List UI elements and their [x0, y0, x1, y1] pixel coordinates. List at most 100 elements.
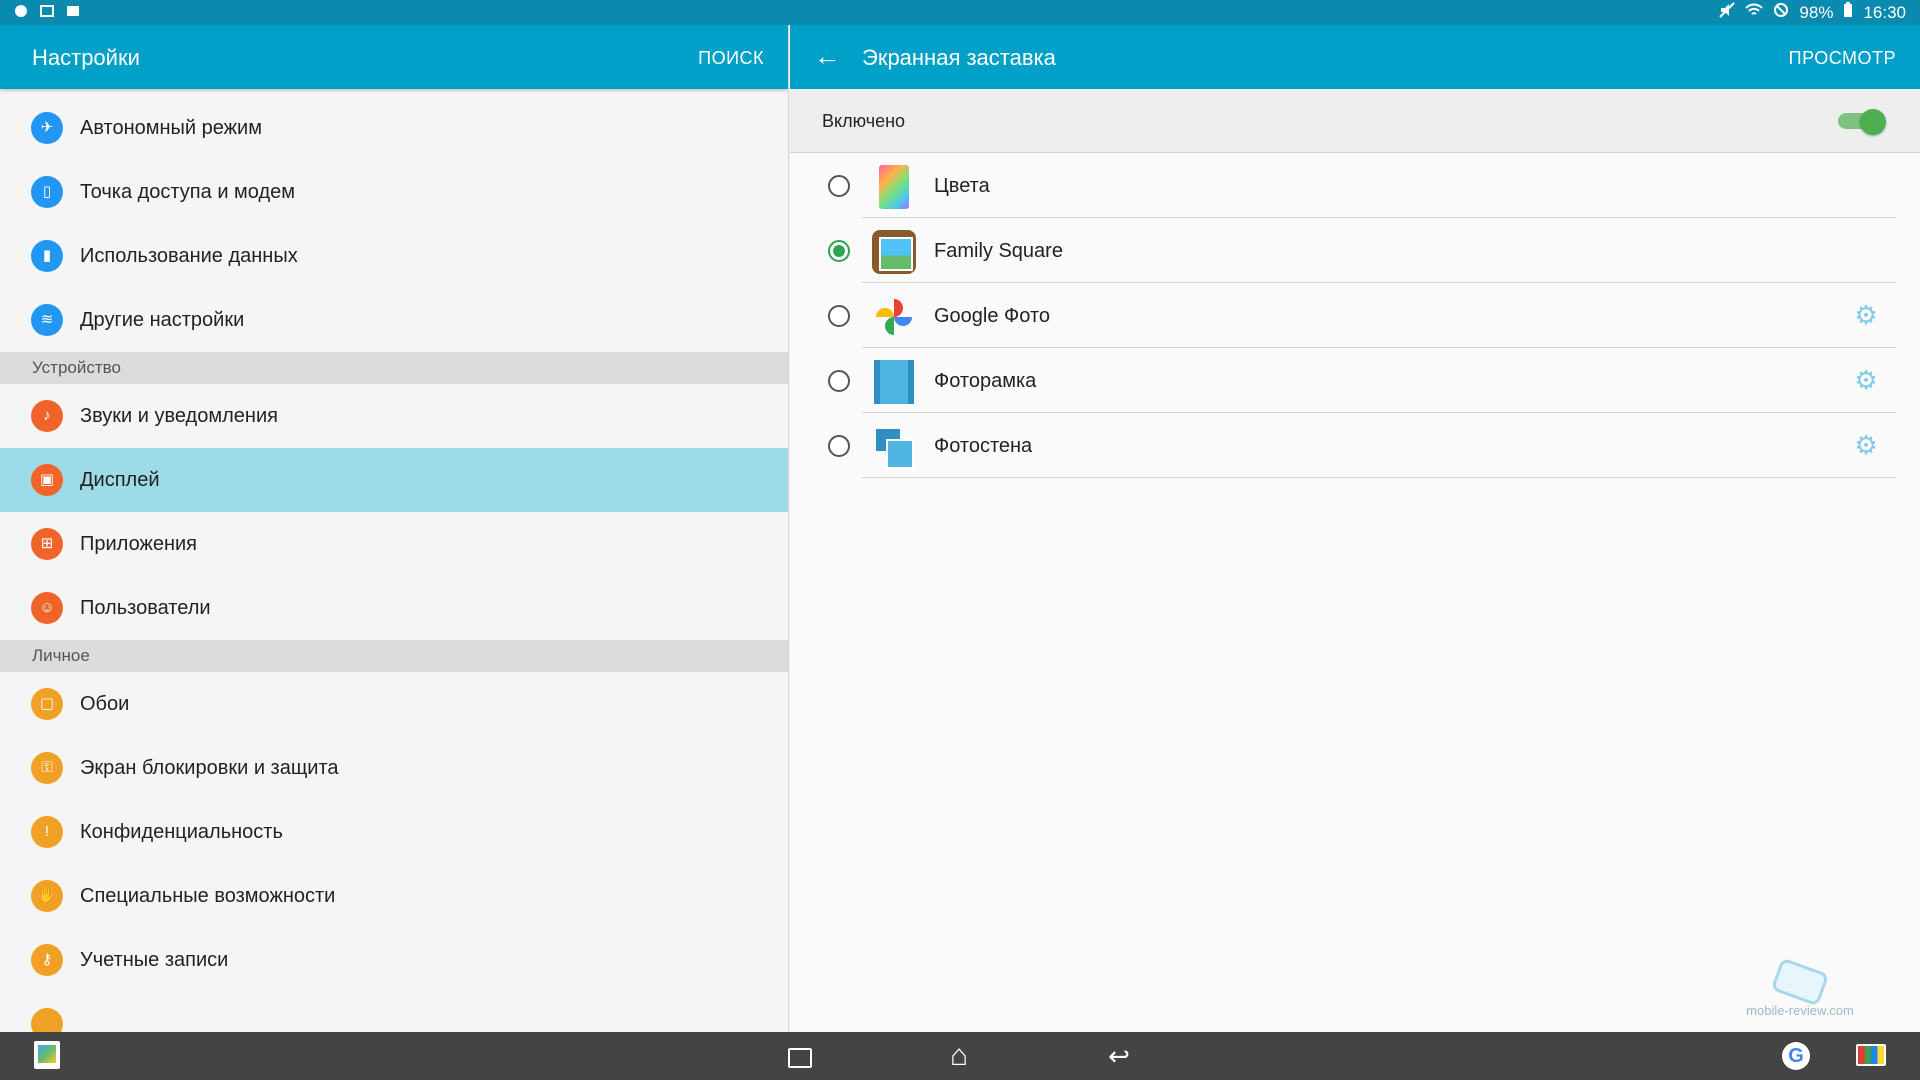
settings-item-label: Учетные записи: [80, 948, 229, 971]
radio-button[interactable]: [828, 175, 850, 197]
daydream-app-bar: ← Экранная заставка ПРОСМОТР: [790, 25, 1920, 89]
settings-panel: Настройки ПОИСК ✈ Автономный режим ▯ Точ…: [0, 25, 789, 1032]
option-google-photos[interactable]: Google Фото ⚙: [790, 283, 1920, 348]
daydream-panel: ← Экранная заставка ПРОСМОТР Включено Цв…: [790, 25, 1920, 1032]
gear-icon[interactable]: ⚙: [1852, 431, 1880, 459]
google-icon[interactable]: G: [1782, 1042, 1810, 1070]
google-photos-icon: [872, 295, 916, 339]
settings-item-airplane-mode[interactable]: ✈ Автономный режим: [0, 96, 788, 160]
settings-title: Настройки: [32, 45, 140, 70]
display-icon: ▣: [31, 464, 63, 496]
photo-icon: [66, 4, 80, 18]
navigation-bar: ⌂ ↩ G: [0, 1032, 1920, 1080]
users-icon: ☺: [31, 592, 63, 624]
toggle-knob: [1860, 109, 1886, 135]
photo-frame-icon: [874, 360, 914, 404]
settings-item-label: Приложения: [80, 532, 198, 555]
settings-item-data-usage[interactable]: ▮ Использование данных: [0, 224, 788, 288]
daydream-title: Экранная заставка: [862, 45, 1056, 70]
privacy-icon: !: [31, 816, 63, 848]
search-button[interactable]: ПОИСК: [698, 48, 764, 69]
settings-item-display[interactable]: ▣ Дисплей: [0, 448, 788, 512]
enable-toggle[interactable]: [1838, 109, 1886, 135]
option-label: Фоторамка: [934, 370, 1037, 392]
option-photo-frame[interactable]: Фоторамка ⚙: [790, 348, 1920, 413]
battery-icon: [1843, 2, 1853, 23]
settings-item-partial[interactable]: [0, 992, 788, 1032]
gear-icon[interactable]: ⚙: [1852, 301, 1880, 329]
sound-icon: ♪: [31, 400, 63, 432]
partial-item-icon: [31, 1008, 63, 1032]
settings-item-label: Пользователи: [80, 596, 211, 619]
lock-icon: ⚿: [31, 752, 63, 784]
family-square-icon: [872, 230, 916, 274]
gallery-icon: [40, 4, 54, 18]
settings-item-hotspot[interactable]: ▯ Точка доступа и модем: [0, 160, 788, 224]
apps-icon: ⊞: [31, 528, 63, 560]
watermark-logo-icon: [1770, 957, 1830, 1007]
status-bar-system: 98% 16:30: [1719, 2, 1906, 23]
settings-item-sounds[interactable]: ♪ Звуки и уведомления: [0, 384, 788, 448]
settings-item-label: Специальные возможности: [80, 884, 336, 907]
settings-item-label: Автономный режим: [80, 116, 262, 139]
option-label: Google Фото: [934, 305, 1050, 327]
option-photo-wall[interactable]: Фотостена ⚙: [790, 413, 1920, 478]
settings-item-lock-screen[interactable]: ⚿ Экран блокировки и защита: [0, 736, 788, 800]
more-networks-icon: ≋: [31, 304, 63, 336]
accessibility-icon: ✋: [31, 880, 63, 912]
wifi-icon: [1745, 2, 1764, 23]
radio-button-selected[interactable]: [828, 240, 850, 262]
settings-app-bar: Настройки ПОИСК: [0, 25, 788, 89]
screensaver-options: Цвета Family Square Google Фото ⚙ Фотора…: [790, 153, 1920, 478]
status-bar-notifications: [14, 4, 80, 18]
settings-list: ✈ Автономный режим ▯ Точка доступа и мод…: [0, 89, 788, 1032]
settings-item-label: Конфиденциальность: [80, 820, 283, 843]
section-header-personal: Личное: [0, 640, 788, 672]
settings-item-users[interactable]: ☺ Пользователи: [0, 576, 788, 640]
recent-apps-icon[interactable]: [783, 1040, 815, 1072]
hotspot-icon: ▯: [31, 176, 63, 208]
clock: 16:30: [1863, 2, 1906, 22]
watermark: mobile-review.com: [1740, 957, 1860, 1018]
screen-mirror-icon[interactable]: [1856, 1044, 1886, 1066]
option-label: Family Square: [934, 240, 1063, 262]
status-bar: 98% 16:30: [0, 0, 1920, 25]
colors-icon: [879, 165, 909, 209]
app-shortcut-icon[interactable]: [34, 1041, 60, 1069]
watermark-text: mobile-review.com: [1746, 1003, 1854, 1018]
radio-button[interactable]: [828, 370, 850, 392]
radio-button[interactable]: [828, 435, 850, 457]
preview-button[interactable]: ПРОСМОТР: [1789, 48, 1896, 69]
settings-item-label: Использование данных: [80, 244, 298, 267]
settings-item-wallpaper[interactable]: ▢ Обои: [0, 672, 788, 736]
option-label: Цвета: [934, 175, 990, 197]
settings-item-label: Обои: [80, 692, 130, 715]
settings-item-label: Экран блокировки и защита: [80, 756, 339, 779]
enable-switch-bar[interactable]: Включено: [790, 89, 1920, 153]
photo-wall-icon: [872, 425, 916, 469]
settings-item-privacy[interactable]: ! Конфиденциальность: [0, 800, 788, 864]
back-arrow-icon[interactable]: ←: [814, 41, 840, 72]
airplane-icon: ✈: [31, 112, 63, 144]
settings-item-accounts[interactable]: ⚷ Учетные записи: [0, 928, 788, 992]
radio-button[interactable]: [828, 305, 850, 327]
notification-icon: [14, 4, 28, 18]
option-colors[interactable]: Цвета: [790, 153, 1920, 218]
gear-icon[interactable]: ⚙: [1852, 366, 1880, 394]
blocked-icon: [1773, 2, 1789, 23]
option-family-square[interactable]: Family Square: [790, 218, 1920, 283]
key-icon: ⚷: [31, 944, 63, 976]
enable-switch-label: Включено: [822, 111, 906, 131]
mute-icon: [1719, 2, 1736, 23]
settings-group-personal: ▢ Обои ⚿ Экран блокировки и защита ! Кон…: [0, 672, 788, 1032]
back-icon[interactable]: ↩: [1103, 1040, 1135, 1072]
section-header-device: Устройство: [0, 352, 788, 384]
settings-item-apps[interactable]: ⊞ Приложения: [0, 512, 788, 576]
settings-item-accessibility[interactable]: ✋ Специальные возможности: [0, 864, 788, 928]
data-usage-icon: ▮: [31, 240, 63, 272]
settings-item-more-networks[interactable]: ≋ Другие настройки: [0, 288, 788, 352]
home-icon[interactable]: ⌂: [943, 1040, 975, 1072]
battery-percent: 98%: [1799, 2, 1834, 22]
settings-item-label: Другие настройки: [80, 308, 245, 331]
settings-group-network: ✈ Автономный режим ▯ Точка доступа и мод…: [0, 96, 788, 352]
